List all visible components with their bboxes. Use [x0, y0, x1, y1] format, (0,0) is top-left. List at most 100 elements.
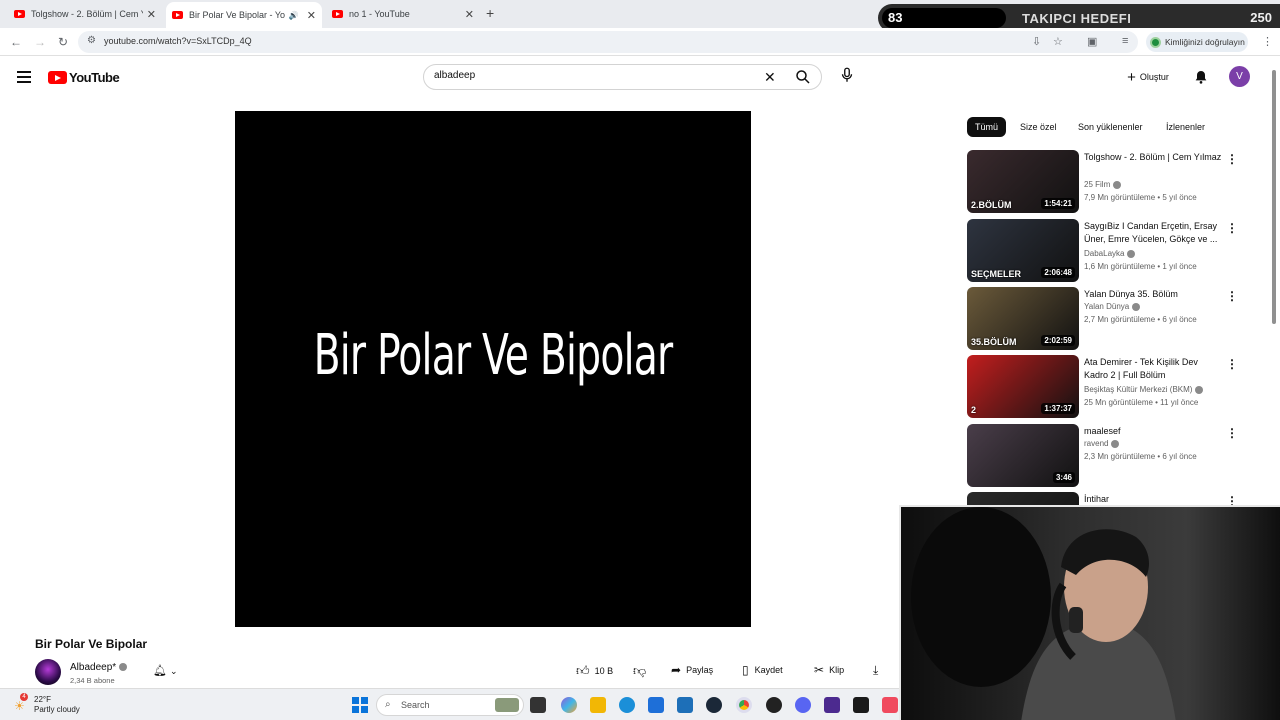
share-button[interactable]: ➦ Paylaş [671, 663, 713, 677]
more-options-icon[interactable]: ⋮ [1226, 221, 1238, 235]
recommendation-item[interactable]: 3:46 maalesef ravend 2,3 Mn görüntüleme • 6… [967, 424, 1238, 488]
copilot-icon[interactable] [561, 697, 577, 713]
video-thumbnail[interactable]: SEÇMELER 2:06:48 [967, 219, 1079, 282]
verify-identity-button[interactable]: Kimliğinizi doğrulayın [1146, 32, 1248, 52]
video-thumbnail[interactable]: 2.BÖLÜM 1:54:21 [967, 150, 1079, 213]
more-options-icon[interactable]: ⋮ [1226, 289, 1238, 303]
recommendation-title[interactable]: Ata Demirer - Tek Kişilik Dev Kadro 2 | … [1084, 356, 1224, 382]
obs-icon[interactable] [766, 697, 782, 713]
like-button[interactable]: 👍︎ 10 B [576, 663, 613, 679]
chip-recent[interactable]: Son yüklenenler [1070, 117, 1151, 137]
kick-icon[interactable] [853, 697, 869, 713]
recommendation-channel[interactable]: DabaLayka [1084, 249, 1136, 258]
recommendation-item[interactable]: SEÇMELER 2:06:48 SaygıBiz I Candan Erçetin… [967, 219, 1238, 283]
video-thumbnail[interactable]: 3:46 [967, 424, 1079, 487]
address-bar[interactable]: ⚙ youtube.com/watch?v=SxLTCDp_4Q [78, 31, 1138, 53]
store-icon[interactable] [648, 697, 664, 713]
windows-start-icon[interactable] [352, 697, 368, 713]
discord-icon[interactable] [795, 697, 811, 713]
chrome-icon[interactable] [736, 697, 752, 713]
video-thumbnail[interactable] [967, 492, 1079, 505]
channel-name-text[interactable]: DabaLayka [1084, 249, 1124, 258]
browser-tab[interactable]: Tolgshow - 2. Bölüm | Cem Yılm ✕ [8, 4, 162, 24]
video-thumbnail[interactable]: 2 1:37:37 [967, 355, 1079, 418]
close-tab-icon[interactable]: ✕ [465, 8, 474, 21]
channel-name-text[interactable]: Albadeep* [70, 662, 116, 673]
taskbar-search-box[interactable]: ⌕ Search [376, 694, 524, 716]
bookmark-star-icon[interactable]: ☆ [1053, 35, 1063, 48]
recommendation-title[interactable]: maalesef [1084, 425, 1224, 438]
channel-name[interactable]: Albadeep* [70, 662, 128, 673]
browser-menu-icon[interactable]: ⋮ [1262, 35, 1273, 48]
recommendation-meta: 25 Mn görüntüleme • 11 yıl önce [1084, 398, 1199, 407]
video-player[interactable]: Bir Polar Ve Bipolar [235, 111, 751, 627]
file-explorer-icon[interactable] [590, 697, 606, 713]
chip-watched[interactable]: İzlenenler [1158, 117, 1213, 137]
recommendation-item[interactable]: 2 1:37:37 Ata Demirer - Tek Kişilik Dev Ka… [967, 355, 1238, 419]
channel-name-text[interactable]: Beşiktaş Kültür Merkezi (BKM) [1084, 385, 1192, 394]
save-button[interactable]: ▯ Kaydet [742, 663, 783, 677]
create-button[interactable]: + Oluştur [1115, 65, 1181, 89]
clear-search-icon[interactable]: ✕ [764, 69, 776, 86]
recommendation-item[interactable]: 2.BÖLÜM 1:54:21 Tolgshow - 2. Bölüm | Cem … [967, 150, 1238, 214]
recommendation-item[interactable]: 35.BÖLÜM 2:02:59 Yalan Dünya 35. Bölüm Yala… [967, 287, 1238, 351]
recommendation-title[interactable]: SaygıBiz I Candan Erçetin, Ersay Üner, E… [1084, 220, 1224, 246]
chip-all[interactable]: Tümü [967, 117, 1007, 137]
recommendation-channel[interactable]: ravend [1084, 439, 1120, 448]
search-input[interactable] [434, 70, 734, 81]
browser-tab[interactable]: no 1 - YouTube ✕ [326, 4, 480, 24]
goal-target-count: 250 [1250, 10, 1272, 25]
scrollbar-thumb[interactable] [1272, 70, 1276, 324]
recommendation-title[interactable]: Yalan Dünya 35. Bölüm [1084, 288, 1224, 301]
browser-tab-active[interactable]: Bir Polar Ve Bipolar - YouTu 🔊 ✕ [166, 2, 322, 28]
search-box[interactable]: ✕ [423, 64, 822, 90]
recommendation-title[interactable]: İntihar [1084, 493, 1224, 505]
subscription-bell-button[interactable]: 🔔︎ ⌄ [153, 664, 178, 677]
plus-icon: + [1127, 68, 1136, 86]
close-tab-icon[interactable]: ✕ [307, 9, 316, 22]
forward-arrow-icon[interactable]: → [34, 35, 46, 49]
search-icon[interactable] [794, 68, 812, 86]
task-view-icon[interactable] [530, 697, 546, 713]
site-info-icon[interactable]: ⚙ [87, 35, 96, 46]
youtube-logo[interactable]: YouTube [48, 70, 120, 85]
recommendation-channel[interactable]: 25 Film [1084, 180, 1122, 189]
verify-label: Kimliğinizi doğrulayın [1165, 37, 1245, 47]
edge-icon[interactable] [619, 697, 635, 713]
new-tab-button[interactable]: + [486, 5, 494, 21]
tab-search-icon[interactable]: ▣ [1087, 35, 1097, 48]
recommendation-channel[interactable]: Beşiktaş Kültür Merkezi (BKM) [1084, 385, 1204, 394]
reload-icon[interactable]: ↻ [58, 35, 68, 49]
steam-icon[interactable] [706, 697, 722, 713]
channel-name-text[interactable]: ravend [1084, 439, 1108, 448]
url-text[interactable]: youtube.com/watch?v=SxLTCDp_4Q [104, 36, 252, 46]
recommendation-channel[interactable]: Yalan Dünya [1084, 302, 1141, 311]
account-avatar[interactable]: V [1229, 66, 1250, 87]
notifications-bell-icon[interactable] [1193, 68, 1209, 86]
dislike-button[interactable]: 👎︎ [633, 663, 646, 679]
speaker-icon[interactable]: 🔊 [289, 11, 299, 20]
more-options-icon[interactable]: ⋮ [1226, 426, 1238, 440]
more-options-icon[interactable]: ⋮ [1226, 152, 1238, 166]
more-options-icon[interactable]: ⋮ [1226, 494, 1237, 505]
download-button[interactable]: ⤓ [873, 663, 878, 678]
microphone-icon[interactable] [838, 64, 856, 86]
channel-name-text[interactable]: 25 Film [1084, 180, 1110, 189]
clip-button[interactable]: ✂ Klip [814, 663, 844, 677]
channel-name-text[interactable]: Yalan Dünya [1084, 302, 1129, 311]
page-scrollbar[interactable] [1271, 60, 1277, 500]
menu-hamburger-icon[interactable] [17, 71, 31, 86]
photos-icon[interactable] [677, 697, 693, 713]
chip-for-you[interactable]: Size özel [1012, 117, 1065, 137]
video-thumbnail[interactable]: 35.BÖLÜM 2:02:59 [967, 287, 1079, 350]
recommendation-title[interactable]: Tolgshow - 2. Bölüm | Cem Yılmaz [1084, 151, 1224, 164]
channel-avatar[interactable] [35, 659, 61, 685]
close-tab-icon[interactable]: ✕ [147, 8, 156, 21]
back-arrow-icon[interactable]: ← [10, 35, 22, 49]
recommendation-item[interactable]: İntihar ⋮ [967, 492, 1237, 505]
app-icon[interactable] [824, 697, 840, 713]
more-options-icon[interactable]: ⋮ [1226, 357, 1238, 371]
install-app-icon[interactable]: ⇩ [1032, 35, 1041, 48]
music-icon[interactable] [882, 697, 898, 713]
reading-list-icon[interactable]: ≡ [1122, 35, 1128, 47]
